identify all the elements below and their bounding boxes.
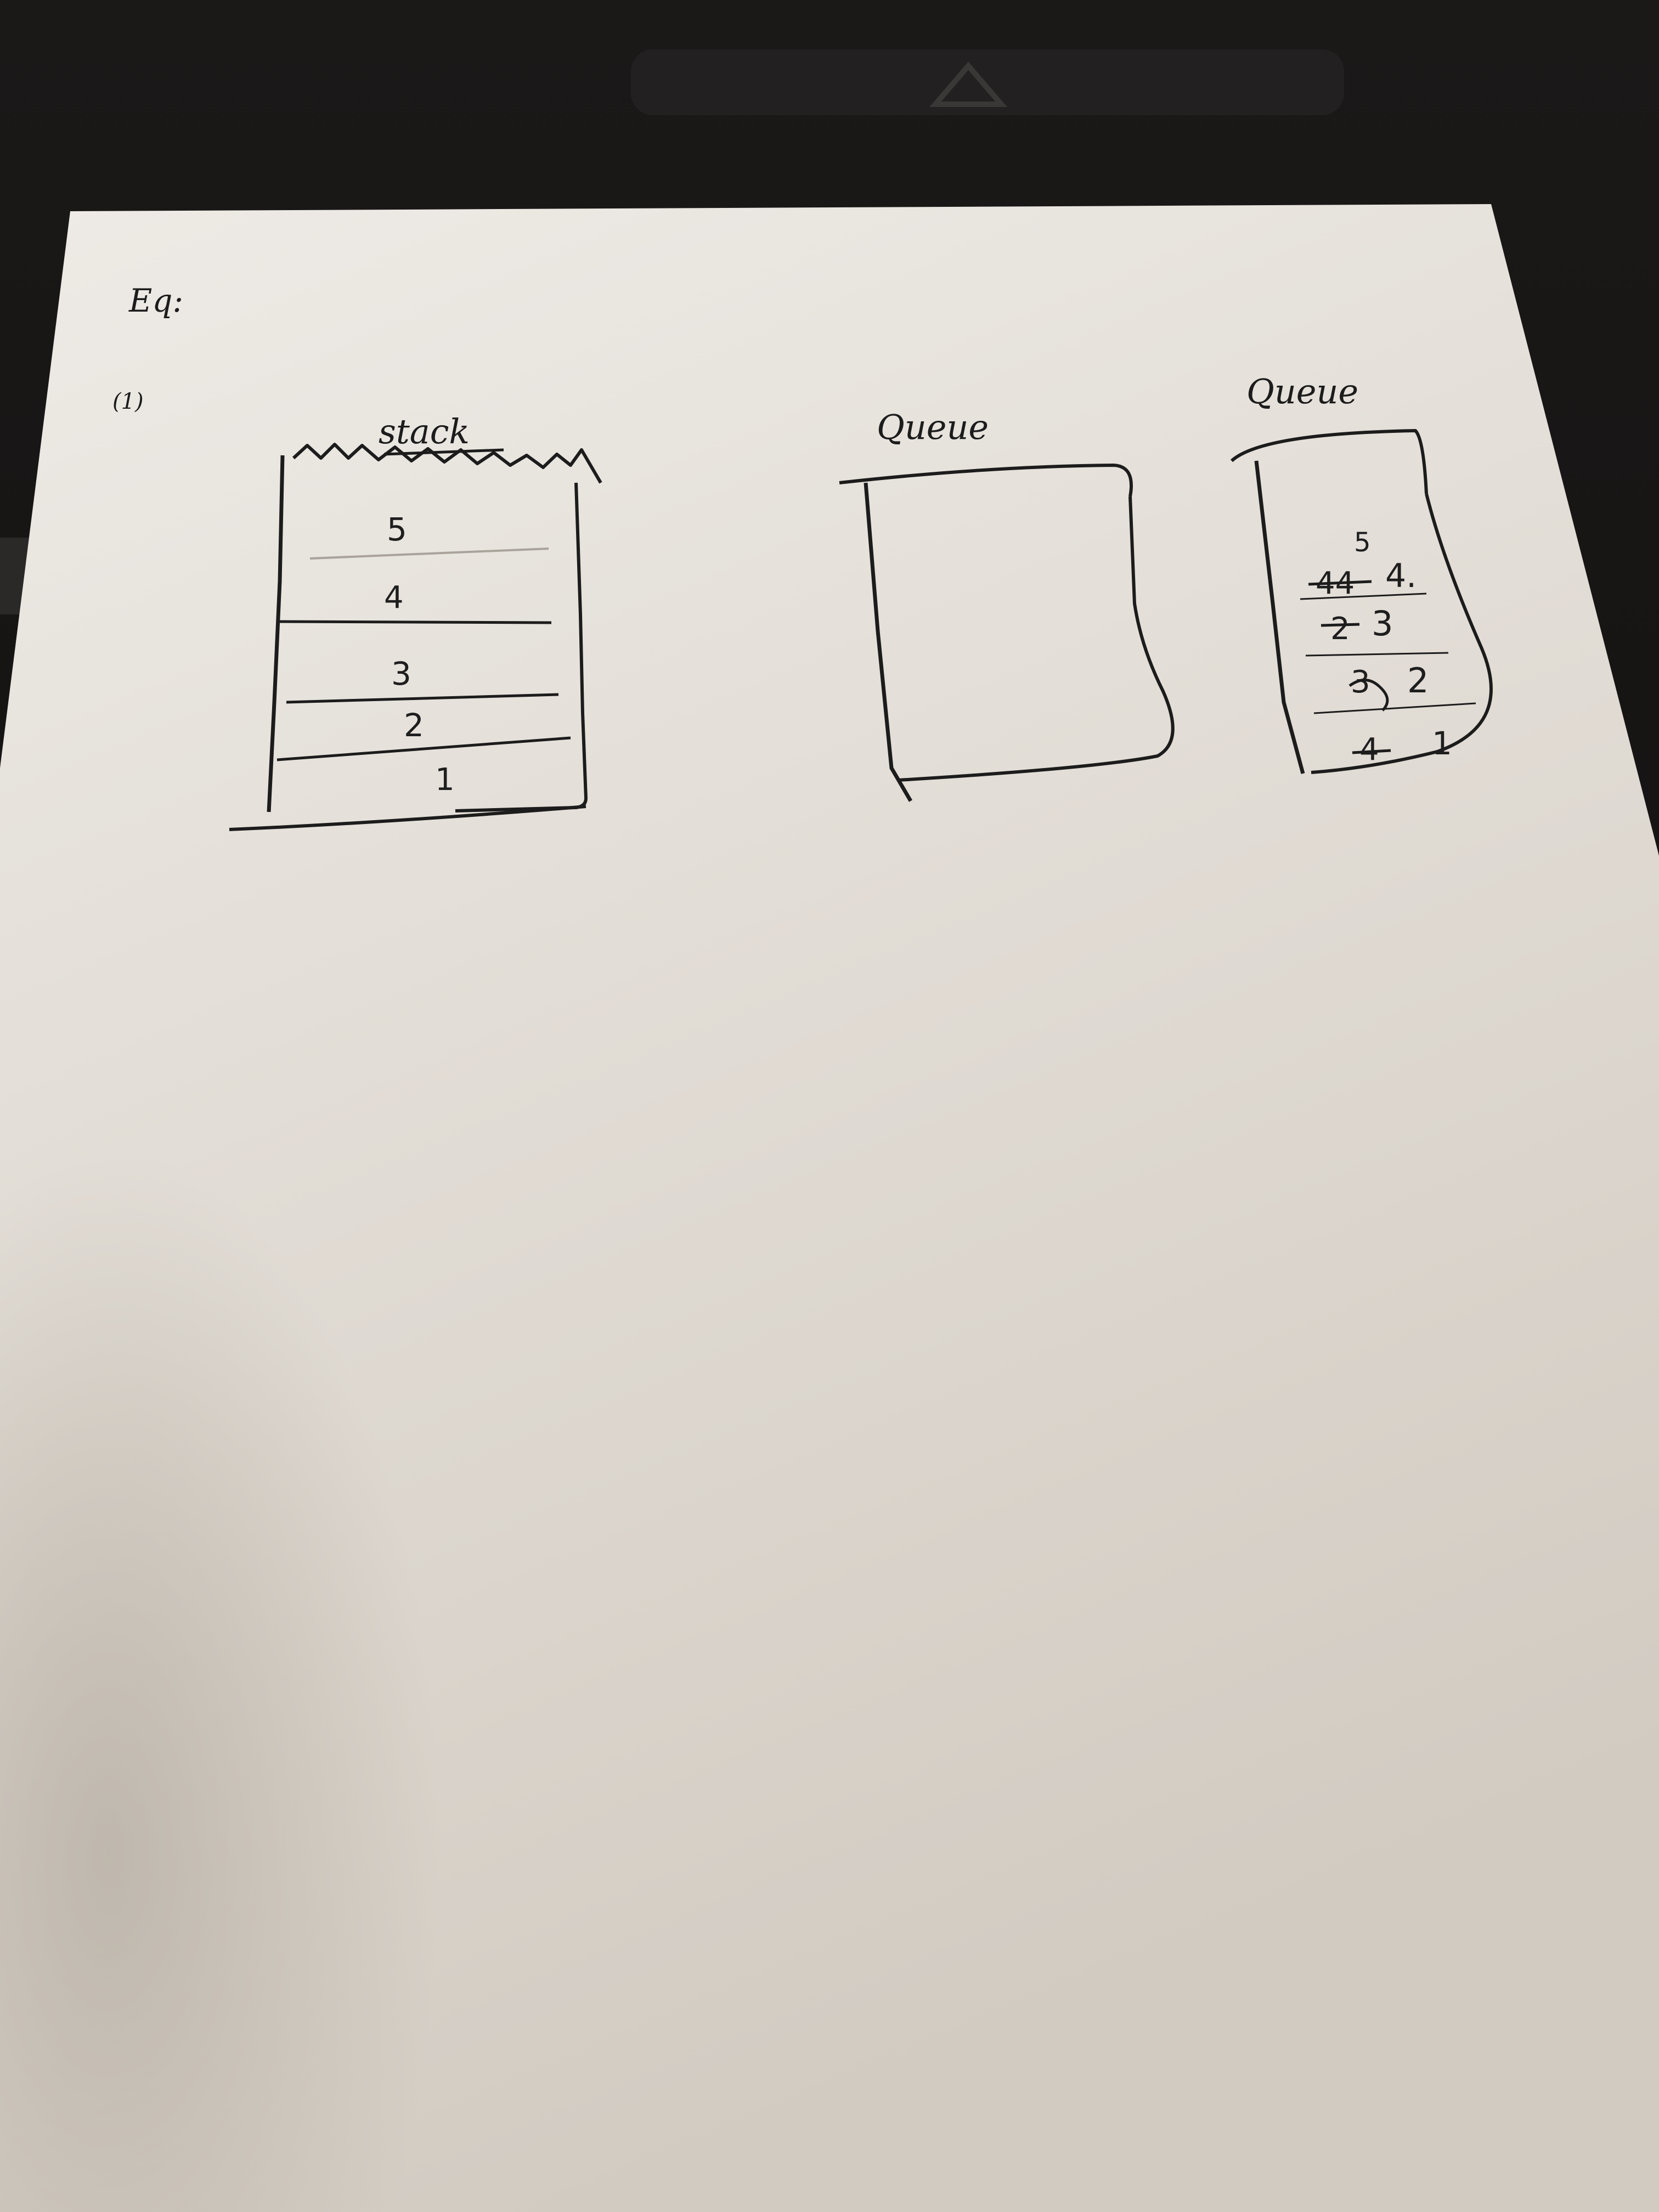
queue-row-value: 1 [1432,725,1452,762]
queue-top-item: 5 [1354,527,1371,558]
stack-item: 2 [404,707,424,744]
header-label: Eq: [128,282,183,319]
header-sub-label: (1) [112,389,144,414]
queue-row-value: 2 [1407,661,1429,701]
queue-empty-title: Queue [877,407,989,447]
queue-crossed-value: 4 [1359,732,1379,768]
strike-line [1321,623,1360,627]
photo-scene: Eq: (1) stack 5 4 3 2 1 Queue Queue 5 4 4… [0,0,1659,2212]
queue-crossed-value: 2 [1330,611,1350,647]
stack-item: 4 [384,580,404,616]
stack-item: 3 [391,655,411,692]
stack-title: stack [379,411,470,452]
queue-row-value: 3 [1372,603,1393,644]
queue-row-value: 4. [1385,557,1417,595]
paper-shadow [0,933,603,2212]
queue-filled-title: Queue [1246,371,1358,411]
stack-item: 5 [387,511,407,548]
stack-item: 1 [435,762,455,798]
stack-divider [279,620,552,624]
